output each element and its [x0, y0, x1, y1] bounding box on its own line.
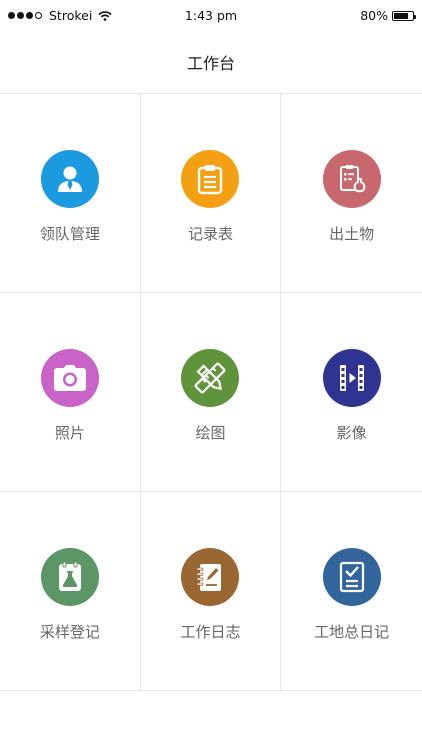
- status-time: 1:43 pm: [184, 8, 238, 23]
- tile-icon-circle: [181, 150, 240, 208]
- function-grid: 领队管理 记录表 出土物 照片 绘图 影像 采样登记 工作日志 工地总日记: [0, 94, 422, 691]
- tile-sample-registration[interactable]: 采样登记: [0, 492, 141, 691]
- tile-label: 领队管理: [39, 225, 100, 243]
- film-icon: [339, 365, 364, 391]
- status-bar: Strokei 1:43 pm 80%: [0, 0, 422, 30]
- tile-icon-circle: [40, 548, 99, 606]
- tile-work-log[interactable]: 工作日志: [140, 492, 282, 691]
- status-right: 80%: [360, 8, 416, 23]
- drawing-tools-icon: [194, 362, 227, 394]
- tile-photos[interactable]: 照片: [0, 293, 141, 492]
- tile-label: 记录表: [187, 225, 233, 243]
- battery-percent: 80%: [360, 8, 388, 23]
- tile-label: 绘图: [195, 424, 226, 442]
- tile-record-sheet[interactable]: 记录表: [140, 94, 282, 293]
- tile-icon-circle: [322, 349, 381, 407]
- tile-icon-circle: [40, 349, 99, 407]
- sample-flask-icon: [58, 561, 81, 591]
- artifact-icon: [339, 165, 366, 193]
- camera-icon: [53, 365, 86, 391]
- tile-team-management[interactable]: 领队管理: [0, 94, 141, 293]
- tile-unearthed-artifacts[interactable]: 出土物: [281, 94, 422, 293]
- tile-icon-circle: [322, 548, 381, 606]
- tile-icon-circle: [181, 349, 240, 407]
- page-title: 工作台: [186, 53, 235, 73]
- tile-video[interactable]: 影像: [281, 293, 422, 492]
- tile-drawing[interactable]: 绘图: [140, 293, 282, 492]
- tile-label: 出土物: [329, 225, 375, 243]
- clipboard-icon: [198, 165, 223, 195]
- tile-label: 采样登记: [39, 623, 100, 641]
- tile-label: 影像: [336, 424, 367, 442]
- tile-site-general-diary[interactable]: 工地总日记: [281, 492, 422, 691]
- tile-label: 工地总日记: [314, 623, 390, 641]
- tile-icon-circle: [181, 548, 240, 606]
- tile-icon-circle: [40, 150, 99, 208]
- battery-icon: [392, 10, 416, 21]
- tile-label: 工作日志: [180, 623, 241, 641]
- notebook-icon: [197, 564, 222, 591]
- tile-icon-circle: [322, 150, 381, 208]
- person-icon: [57, 166, 82, 192]
- checklist-icon: [339, 561, 364, 593]
- nav-bar: 工作台: [0, 30, 422, 94]
- tile-label: 照片: [54, 424, 85, 442]
